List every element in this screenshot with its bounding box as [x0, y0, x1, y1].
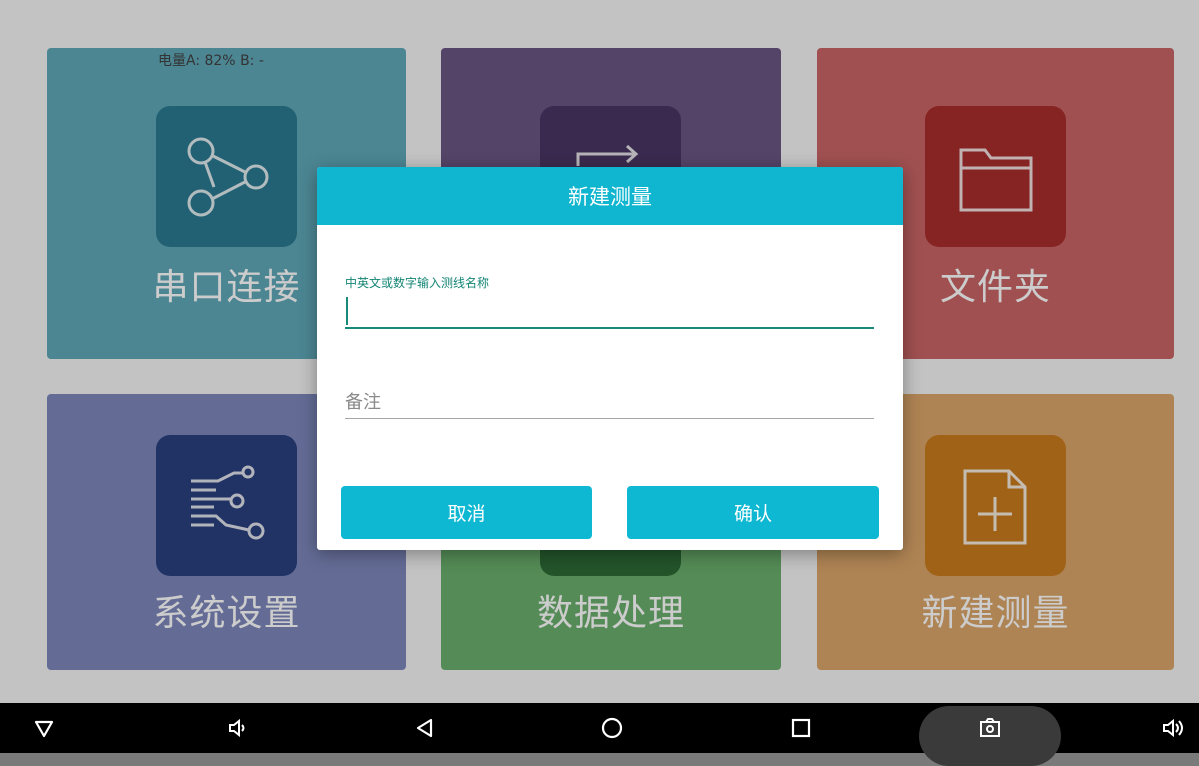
line-name-input[interactable] [345, 293, 874, 329]
back-icon[interactable] [405, 703, 445, 753]
confirm-button[interactable]: 确认 [627, 486, 879, 539]
remark-input[interactable] [345, 387, 874, 419]
cancel-button[interactable]: 取消 [341, 486, 592, 539]
system-navbar [0, 703, 1199, 766]
name-field-hint: 中英文或数字输入测线名称 [345, 276, 490, 290]
triangle-down-icon[interactable] [24, 703, 64, 753]
recents-icon[interactable] [781, 703, 821, 753]
volume-down-icon[interactable] [218, 703, 258, 753]
home-screen: 电量A: 82% B: - 串口连接 文件夹 系统设置 数据处理 新建测量 新建… [0, 0, 1199, 703]
home-icon[interactable] [592, 703, 632, 753]
text-cursor [346, 297, 348, 325]
new-measurement-dialog: 新建测量 中英文或数字输入测线名称 取消 确认 [317, 167, 903, 550]
dialog-title: 新建测量 [317, 167, 903, 225]
screenshot-icon[interactable] [970, 703, 1010, 753]
battery-status: 电量A: 82% B: - [158, 53, 264, 69]
volume-up-icon[interactable] [1154, 703, 1194, 753]
